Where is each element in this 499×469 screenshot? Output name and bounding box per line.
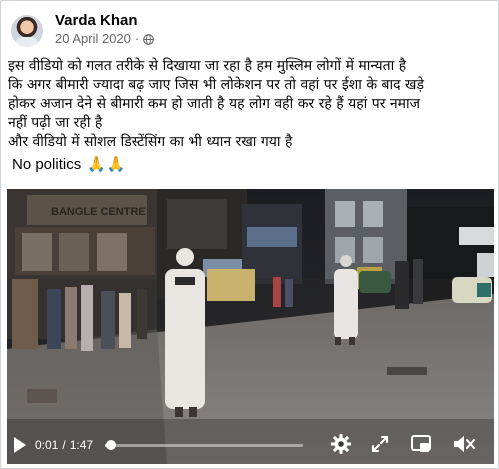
post-text-line: होकर अजान देने से बीमारी कम हो जाती है य… <box>8 96 421 112</box>
play-icon[interactable] <box>13 437 27 453</box>
settings-gear-icon[interactable] <box>331 434 351 454</box>
video-frame: BANGLE CENTRE <box>7 189 494 464</box>
volume-muted-icon[interactable] <box>453 435 475 453</box>
post-text-line: इस वीडियो को गलत तरीके से दिखाया जा रहा … <box>8 58 407 74</box>
author-name[interactable]: Varda Khan <box>55 12 154 30</box>
post-text-line: नहीं पढ़ी जा रही है <box>8 115 103 131</box>
author-avatar[interactable] <box>11 15 43 47</box>
post-tagline-row: No politics 🙏🙏 <box>12 155 494 174</box>
post-text-line: और वीडियो में सोशल डिस्टेंसिंग का भी ध्य… <box>8 134 293 150</box>
shop-sign-text: BANGLE CENTRE <box>51 206 146 218</box>
progress-handle[interactable] <box>106 440 116 450</box>
folded-hands-emoji: 🙏🙏 <box>87 156 127 173</box>
progress-track[interactable] <box>105 440 303 450</box>
post-header: Varda Khan 20 April 2020 · <box>11 9 155 53</box>
globe-icon <box>143 33 155 45</box>
post-subline: 20 April 2020 · <box>55 30 155 48</box>
post-card: Varda Khan 20 April 2020 · इस वीडियो को … <box>0 0 499 469</box>
post-text: इस वीडियो को गलत तरीके से दिखाया जा रहा … <box>8 57 494 174</box>
video-time: 0:01/1:47 <box>35 438 93 452</box>
video-player[interactable]: BANGLE CENTRE 0:01 / 1:47 <box>7 189 494 464</box>
post-text-line: कि अगर बीमारी ज्यादा बढ़ जाए जिस भी लोके… <box>8 77 424 93</box>
video-controls: 0:01/1:47 <box>7 426 494 464</box>
post-tagline: No politics <box>12 156 82 173</box>
picture-in-picture-icon[interactable] <box>411 435 431 453</box>
post-meta: Varda Khan 20 April 2020 · <box>55 12 155 48</box>
current-time: 0:01 <box>35 438 59 452</box>
time-separator: / <box>62 438 66 452</box>
duration: 1:47 <box>69 438 94 452</box>
meta-separator: · <box>134 31 140 46</box>
post-date[interactable]: 20 April 2020 <box>55 30 131 48</box>
fullscreen-expand-icon[interactable] <box>371 435 389 453</box>
